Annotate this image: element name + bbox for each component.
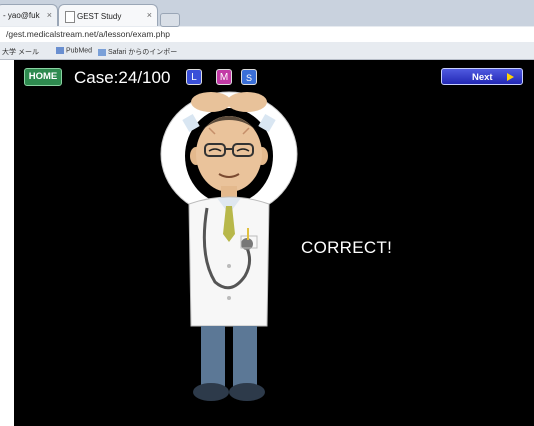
close-icon[interactable]: × — [47, 10, 52, 20]
level-l-button[interactable]: L — [186, 69, 202, 85]
page-icon — [65, 11, 75, 23]
tab-mail[interactable]: - yao@fuk × — [0, 4, 58, 26]
address-bar[interactable]: /gest.medicalstream.net/a/lesson/exam.ph… — [0, 27, 534, 42]
tab-gest-study[interactable]: GEST Study × — [58, 4, 158, 26]
bookmark-mail[interactable]: 大学 メール — [2, 47, 39, 57]
home-button[interactable]: HOME — [24, 68, 62, 86]
bookmark-pubmed-label: PubMed — [66, 47, 93, 55]
url-text: /gest.medicalstream.net/a/lesson/exam.ph… — [6, 29, 170, 39]
bookmark-safari-import[interactable]: Safari からのインポー — [98, 47, 177, 57]
next-button-label: Next — [472, 72, 493, 83]
pubmed-icon — [56, 47, 64, 54]
bookmark-safari-import-label: Safari からのインポー — [108, 49, 178, 56]
result-message: CORRECT! — [301, 238, 393, 257]
tab-strip: - yao@fuk × GEST Study × — [0, 0, 534, 27]
next-button[interactable]: Next — [441, 68, 523, 85]
case-counter: Case:24/100 — [74, 68, 171, 87]
folder-icon — [98, 48, 106, 56]
close-icon[interactable]: × — [147, 10, 152, 20]
tab-mail-label: - yao@fuk — [3, 11, 40, 20]
play-arrow-icon — [507, 73, 514, 81]
bookmark-pubmed[interactable]: PubMed — [56, 47, 92, 54]
doctor-illustration — [160, 91, 298, 401]
exam-game-area: HOME Case:24/100 L M S Next CORRECT! — [14, 60, 534, 426]
bookmark-mail-label: 大学 メール — [2, 49, 39, 56]
tab-gest-study-label: GEST Study — [77, 12, 122, 22]
new-tab-button[interactable] — [160, 13, 180, 27]
level-m-button[interactable]: M — [216, 69, 232, 85]
bookmarks-bar: 大学 メール PubMed Safari からのインポー — [0, 43, 534, 59]
level-s-button[interactable]: S — [241, 69, 257, 85]
browser-chrome: - yao@fuk × GEST Study × /gest.medicalst… — [0, 0, 534, 60]
